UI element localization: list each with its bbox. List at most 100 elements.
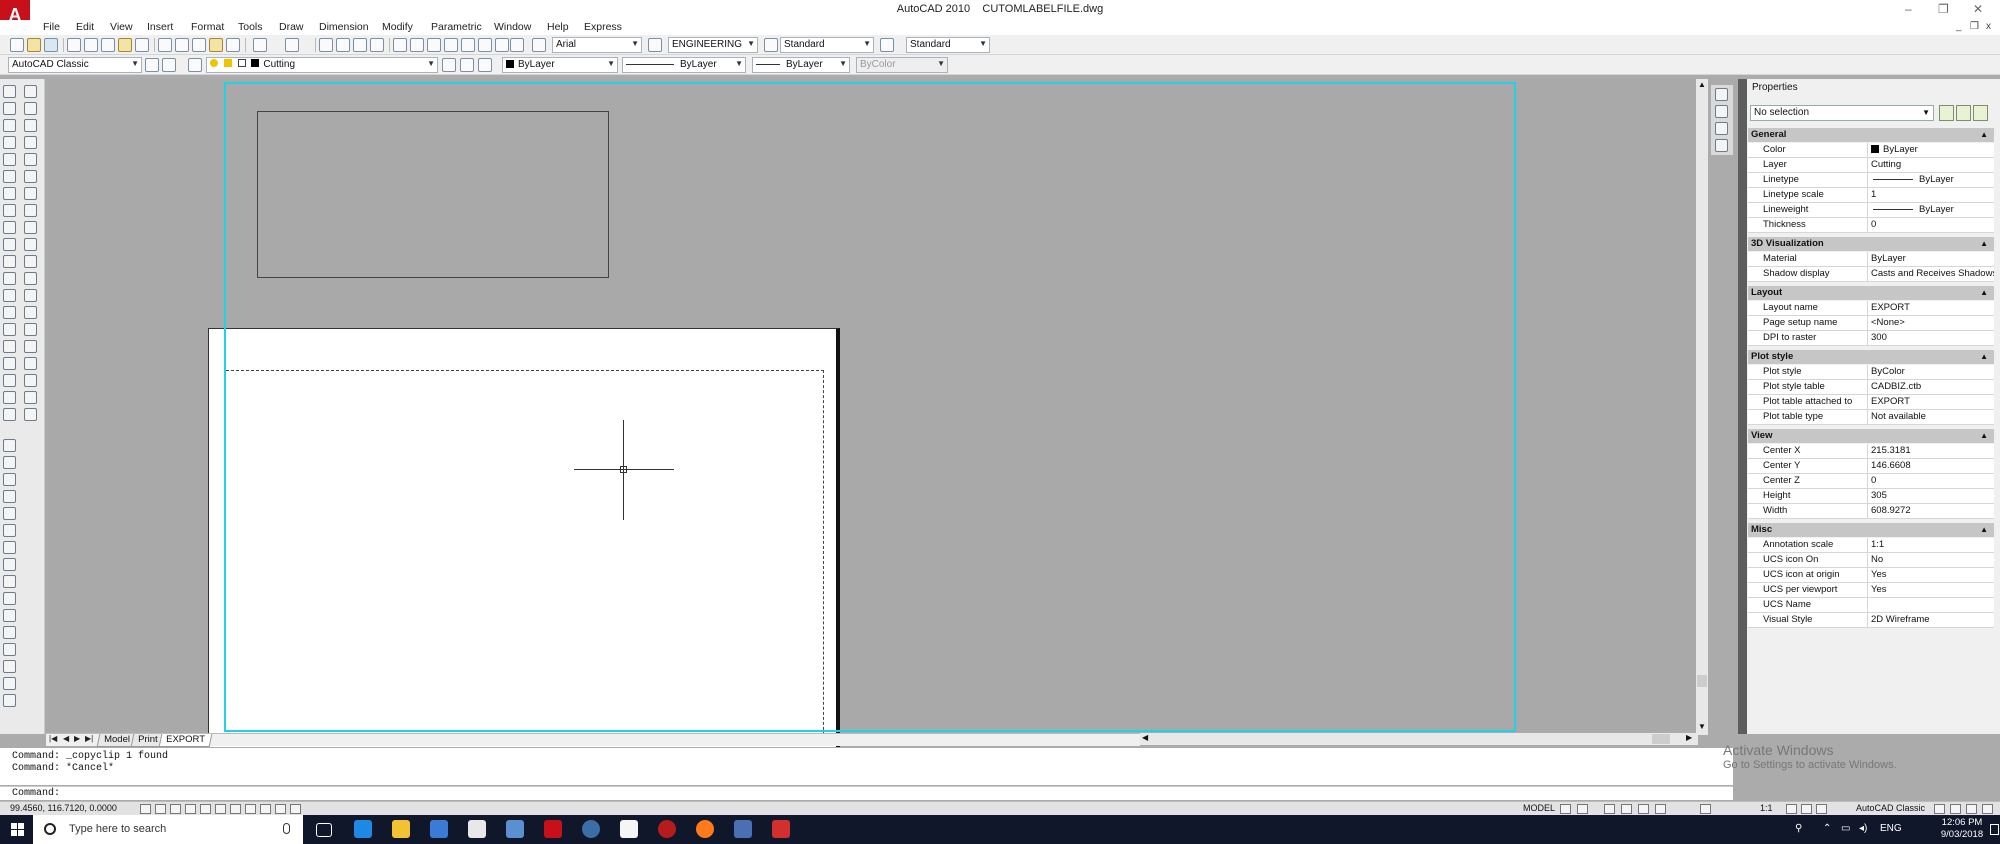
dim-text-edit-icon[interactable]: [24, 391, 37, 404]
property-row[interactable]: Material ByLayer: [1748, 252, 1994, 267]
markup-icon[interactable]: [135, 38, 149, 52]
auto-scale-icon[interactable]: [1801, 804, 1812, 814]
design-center-icon[interactable]: [410, 38, 424, 52]
table-icon[interactable]: [3, 374, 16, 387]
property-row[interactable]: Color ByLayer: [1748, 143, 1994, 158]
coordinates-readout[interactable]: 99.4560, 116.7120, 0.0000: [10, 802, 117, 815]
steeringwheel-icon[interactable]: [1638, 804, 1649, 814]
menu-window[interactable]: Window: [494, 21, 531, 33]
microphone-icon[interactable]: [283, 823, 290, 834]
firefox-icon[interactable]: [696, 820, 714, 838]
property-row[interactable]: Plot style table CADBIZ.ctb: [1748, 380, 1994, 395]
calculator-icon[interactable]: [495, 38, 509, 52]
workspace-switch-icon[interactable]: [1816, 804, 1827, 814]
table-style-combo[interactable]: Standard ▼: [780, 37, 874, 53]
action-center-icon[interactable]: [1990, 824, 1999, 835]
model-paper-toggle[interactable]: MODEL: [1523, 802, 1555, 815]
category-plot-style[interactable]: Plot style ▲: [1748, 350, 1994, 364]
property-value[interactable]: ByColor: [1867, 365, 1994, 379]
doc-minimize-button[interactable]: _: [1956, 21, 1962, 32]
collapse-icon[interactable]: ▲: [1980, 429, 1988, 443]
property-value[interactable]: [1867, 598, 1994, 612]
move-icon[interactable]: [3, 524, 16, 537]
property-value[interactable]: 146.6608: [1867, 459, 1994, 473]
color-combo[interactable]: ByLayer ▼: [502, 57, 618, 73]
qnew-icon[interactable]: [10, 38, 24, 52]
3d-dwf-icon[interactable]: [118, 38, 132, 52]
dim-style-combo[interactable]: ENGINEERING ▼: [668, 37, 758, 53]
dim-continue-icon[interactable]: [24, 255, 37, 268]
multileader-style-combo[interactable]: Standard ▼: [906, 37, 990, 53]
menu-dimension[interactable]: Dimension: [319, 21, 369, 33]
property-row[interactable]: Shadow display Casts and Receives Shadows: [1748, 267, 1994, 282]
file-explorer-icon[interactable]: [392, 820, 410, 838]
multileader-style-icon[interactable]: [880, 38, 894, 52]
undo-icon[interactable]: [253, 38, 267, 52]
workspace-status-menu[interactable]: AutoCAD Classic: [1856, 802, 1925, 815]
make-block-icon[interactable]: [3, 289, 16, 302]
ortho-mode-icon[interactable]: [170, 804, 181, 814]
scale-icon[interactable]: [3, 558, 16, 571]
text-style-icon[interactable]: [532, 38, 546, 52]
acrobat-icon[interactable]: [772, 820, 790, 838]
menu-draw[interactable]: Draw: [279, 21, 304, 33]
collapse-icon[interactable]: ▲: [1980, 350, 1988, 364]
scroll-left-icon[interactable]: ◀: [1142, 733, 1148, 742]
property-value[interactable]: 0: [1867, 218, 1994, 232]
dim-style-icon[interactable]: [648, 38, 662, 52]
menu-tools[interactable]: Tools: [238, 21, 263, 33]
tab-last-button[interactable]: ▶|: [85, 734, 93, 743]
property-value[interactable]: 0: [1867, 474, 1994, 488]
plot-icon[interactable]: [67, 38, 81, 52]
people-icon[interactable]: ⚲: [1795, 823, 1802, 834]
ellipse-arc-icon[interactable]: [3, 255, 16, 268]
network-icon[interactable]: ▭: [1841, 823, 1850, 834]
hatch-icon[interactable]: [3, 323, 16, 336]
publish-icon[interactable]: [101, 38, 115, 52]
property-row[interactable]: Layer Cutting: [1748, 158, 1994, 173]
isolate-objects-icon[interactable]: [1950, 804, 1961, 814]
construction-line-icon[interactable]: [3, 102, 16, 115]
dim-radius-icon[interactable]: [24, 153, 37, 166]
polar-tracking-icon[interactable]: [185, 804, 196, 814]
property-row[interactable]: Center X 215.3181: [1748, 444, 1994, 459]
tab-first-button[interactable]: |◀: [49, 734, 57, 743]
revision-cloud-icon[interactable]: [3, 204, 16, 217]
property-row[interactable]: Layout name EXPORT: [1748, 301, 1994, 316]
app-icon-3[interactable]: [658, 820, 676, 838]
cut-icon[interactable]: [158, 38, 172, 52]
zoom-window-icon[interactable]: [353, 38, 367, 52]
layer-previous-icon[interactable]: [460, 58, 474, 72]
document-icon[interactable]: [620, 820, 638, 838]
dim-aligned-icon[interactable]: [24, 102, 37, 115]
app-icon-1[interactable]: [506, 820, 524, 838]
layer-properties-icon[interactable]: [188, 58, 202, 72]
property-value[interactable]: 1: [1867, 188, 1994, 202]
property-row[interactable]: Visual Style 2D Wireframe: [1748, 613, 1994, 628]
edge-browser-icon[interactable]: [354, 820, 372, 838]
jogged-linear-icon[interactable]: [24, 357, 37, 370]
keyboard-language[interactable]: ENG: [1880, 823, 1902, 834]
join-icon[interactable]: [3, 643, 16, 656]
circle-icon[interactable]: [3, 187, 16, 200]
property-row[interactable]: Linetype scale 1: [1748, 188, 1994, 203]
menu-view[interactable]: View: [110, 21, 133, 33]
property-row[interactable]: Annotation scale 1:1: [1748, 538, 1994, 553]
zoom-status-icon[interactable]: [1621, 804, 1632, 814]
dynamic-input-icon[interactable]: [245, 804, 256, 814]
menu-parametric[interactable]: Parametric: [431, 21, 482, 33]
workspace-settings-icon[interactable]: [145, 58, 159, 72]
autocad-taskbar-icon[interactable]: [544, 820, 562, 838]
select-objects-icon[interactable]: [1956, 105, 1971, 121]
property-row[interactable]: Center Z 0: [1748, 474, 1994, 489]
redo-icon[interactable]: [285, 38, 299, 52]
insert-block-icon[interactable]: [3, 272, 16, 285]
tool-palettes-icon[interactable]: [427, 38, 441, 52]
scroll-up-icon[interactable]: ▲: [1698, 80, 1706, 89]
rectangle-icon[interactable]: [3, 153, 16, 166]
linetype-combo[interactable]: ByLayer ▼: [622, 57, 746, 73]
dim-break-icon[interactable]: [24, 289, 37, 302]
app-icon-4[interactable]: [734, 820, 752, 838]
property-row[interactable]: Lineweight ByLayer: [1748, 203, 1994, 218]
menu-help[interactable]: Help: [547, 21, 569, 33]
